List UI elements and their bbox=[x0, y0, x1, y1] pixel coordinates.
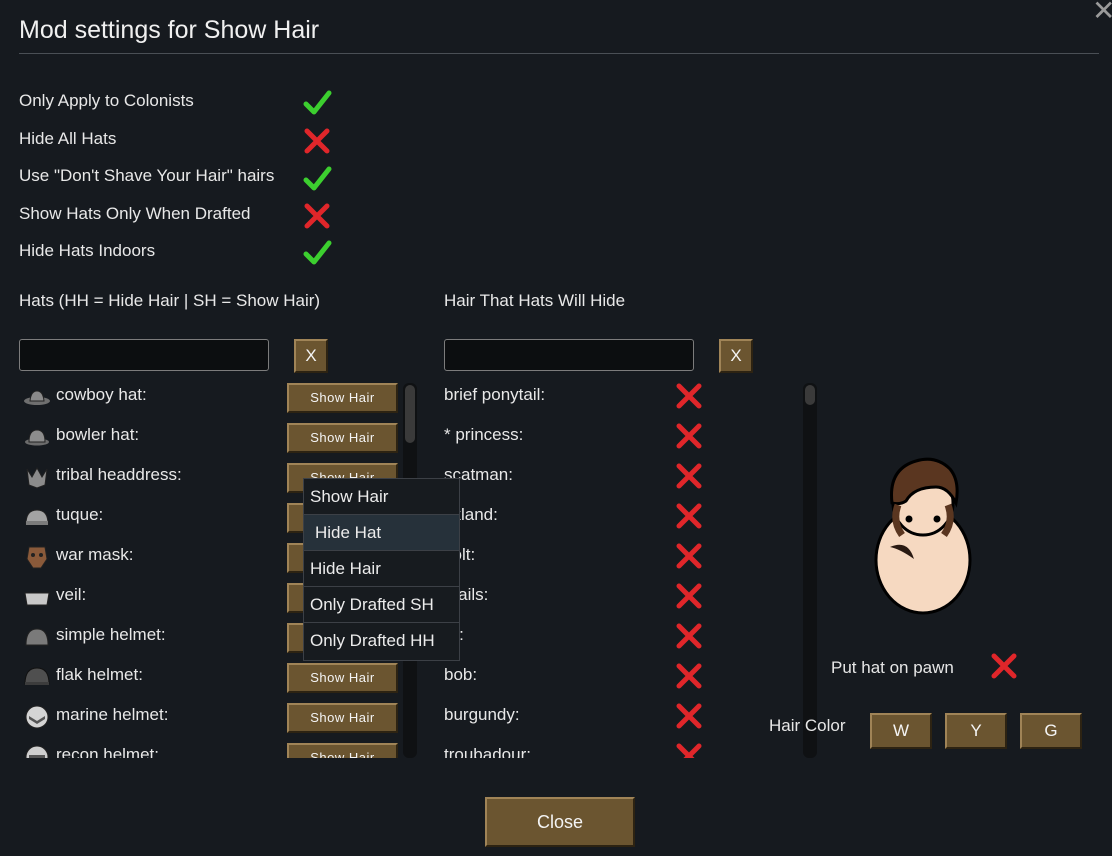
hat-mode-dropdown: Show Hair Hide Hat Hide Hair Only Drafte… bbox=[303, 478, 460, 661]
hat-mode-button[interactable]: Show Hair bbox=[287, 663, 398, 693]
hair-row: volt: bbox=[444, 540, 744, 580]
cross-icon[interactable] bbox=[674, 381, 704, 411]
hat-name: tuque: bbox=[56, 505, 104, 524]
marine-helmet-icon bbox=[23, 705, 51, 729]
hat-name: flak helmet: bbox=[56, 665, 143, 684]
hat-name: marine helmet: bbox=[56, 705, 169, 724]
hair-name: bob: bbox=[444, 665, 478, 684]
dropdown-option-only-drafted-sh[interactable]: Only Drafted SH bbox=[304, 587, 459, 623]
setting-label-dont-shave: Use "Don't Shave Your Hair" hairs bbox=[19, 166, 275, 185]
cross-icon[interactable] bbox=[674, 541, 704, 571]
hat-row: recon helmet: Show Hair bbox=[19, 740, 399, 758]
hat-row: marine helmet: Show Hair bbox=[19, 700, 399, 740]
dropdown-option-hide-hair[interactable]: Hide Hair bbox=[304, 551, 459, 587]
hair-color-yellow-button[interactable]: Y bbox=[945, 713, 1007, 749]
check-icon[interactable] bbox=[302, 238, 332, 268]
recon-helmet-icon bbox=[23, 745, 51, 758]
hair-color-gray-button[interactable]: G bbox=[1020, 713, 1082, 749]
hair-name: troubadour: bbox=[444, 745, 531, 758]
hat-name: bowler hat: bbox=[56, 425, 140, 444]
dropdown-option-only-drafted-hh[interactable]: Only Drafted HH bbox=[304, 623, 459, 659]
setting-label-drafted-only: Show Hats Only When Drafted bbox=[19, 204, 251, 223]
hair-scrollbar[interactable] bbox=[803, 383, 817, 758]
hat-mode-button[interactable]: Show Hair bbox=[287, 743, 398, 758]
war-mask-icon bbox=[23, 545, 51, 569]
hair-color-white-button[interactable]: W bbox=[870, 713, 932, 749]
close-button[interactable]: Close bbox=[485, 797, 635, 847]
hat-name: veil: bbox=[56, 585, 87, 604]
hair-row: brief ponytail: bbox=[444, 380, 744, 420]
close-window-icon[interactable]: ✕ bbox=[1092, 0, 1112, 27]
dropdown-option-show-hair[interactable]: Show Hair bbox=[304, 479, 459, 515]
cross-icon[interactable] bbox=[674, 661, 704, 691]
hair-clear-search-button[interactable]: X bbox=[719, 339, 753, 373]
hat-row: flak helmet: Show Hair bbox=[19, 660, 399, 700]
page-title: Mod settings for Show Hair bbox=[19, 16, 320, 44]
setting-label-only-colonists: Only Apply to Colonists bbox=[19, 91, 194, 110]
hat-mode-button[interactable]: Show Hair bbox=[287, 703, 398, 733]
hair-scroll-thumb[interactable] bbox=[805, 385, 815, 405]
hair-row: bob: bbox=[444, 660, 744, 700]
hat-mode-button[interactable]: Show Hair bbox=[287, 383, 398, 413]
put-hat-label: Put hat on pawn bbox=[831, 658, 954, 677]
hair-search-input[interactable] bbox=[444, 339, 694, 371]
cross-icon[interactable] bbox=[674, 741, 704, 758]
hats-scroll-thumb[interactable] bbox=[405, 385, 415, 443]
cross-icon[interactable] bbox=[674, 421, 704, 451]
hats-header: Hats (HH = Hide Hair | SH = Show Hair) bbox=[19, 291, 321, 310]
setting-label-hide-indoors: Hide Hats Indoors bbox=[19, 241, 156, 260]
hair-row: burgundy: bbox=[444, 700, 744, 740]
cross-icon[interactable] bbox=[674, 461, 704, 491]
simple-helmet-icon bbox=[23, 625, 51, 649]
pawn-preview bbox=[868, 455, 978, 615]
hair-row: scatman: bbox=[444, 460, 744, 500]
title-divider bbox=[19, 53, 1099, 54]
hats-clear-search-button[interactable]: X bbox=[294, 339, 328, 373]
hat-row: cowboy hat: Show Hair bbox=[19, 380, 399, 420]
hair-row: gtails: bbox=[444, 580, 744, 620]
cross-icon[interactable] bbox=[674, 581, 704, 611]
cross-icon[interactable] bbox=[302, 201, 332, 231]
setting-label-hide-all-hats: Hide All Hats bbox=[19, 129, 117, 148]
hair-name: burgundy: bbox=[444, 705, 520, 724]
veil-icon bbox=[23, 585, 51, 609]
flak-helmet-icon bbox=[23, 665, 51, 689]
hat-name: simple helmet: bbox=[56, 625, 166, 644]
hat-name: cowboy hat: bbox=[56, 385, 147, 404]
hair-list: brief ponytail: * princess: scatman: ckland… bbox=[444, 380, 744, 758]
cross-icon[interactable] bbox=[674, 621, 704, 651]
hair-row: troubadour: bbox=[444, 740, 744, 758]
cross-icon[interactable] bbox=[674, 701, 704, 731]
cross-icon[interactable] bbox=[302, 126, 332, 156]
hair-name: brief ponytail: bbox=[444, 385, 546, 404]
tribal-headdress-icon bbox=[23, 465, 51, 489]
hair-name: * princess: bbox=[444, 425, 524, 444]
hat-row: bowler hat: Show Hair bbox=[19, 420, 399, 460]
tuque-icon bbox=[23, 505, 51, 529]
dropdown-option-hide-hat[interactable]: Hide Hat bbox=[304, 515, 459, 551]
hair-header: Hair That Hats Will Hide bbox=[444, 291, 626, 310]
check-icon[interactable] bbox=[302, 164, 332, 194]
cowboy-hat-icon bbox=[23, 385, 51, 409]
cross-icon[interactable] bbox=[674, 501, 704, 531]
cross-icon[interactable] bbox=[989, 651, 1019, 681]
pawn-portrait-icon bbox=[874, 457, 972, 615]
hat-name: tribal headdress: bbox=[56, 465, 182, 484]
hat-mode-button[interactable]: Show Hair bbox=[287, 423, 398, 453]
hair-row: * princess: bbox=[444, 420, 744, 460]
hair-row: ro: bbox=[444, 620, 744, 660]
hair-row: ckland: bbox=[444, 500, 744, 540]
hat-name: recon helmet: bbox=[56, 745, 159, 758]
hats-search-input[interactable] bbox=[19, 339, 269, 371]
hair-color-label: Hair Color bbox=[769, 716, 846, 735]
hat-name: war mask: bbox=[56, 545, 134, 564]
bowler-hat-icon bbox=[23, 425, 51, 449]
check-icon[interactable] bbox=[302, 88, 332, 118]
